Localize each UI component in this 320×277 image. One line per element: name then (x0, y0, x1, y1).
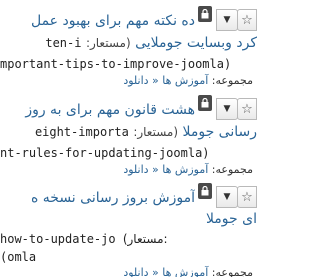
alias-value-part2: nt-rules-for-updating-joomla) (0, 146, 210, 160)
category-link[interactable]: آموزش ها « دانلود (123, 163, 208, 176)
category-label: مجموعه: (211, 163, 253, 176)
category-link[interactable]: آموزش ها « دانلود (123, 74, 208, 87)
category-info: مجموعه: آموزش ها « دانلود (123, 74, 253, 88)
article-title-part2[interactable]: کرد وبسایت جوملایی (135, 35, 257, 51)
actions-dropdown-button[interactable]: ▼ (216, 9, 238, 31)
category-info: مجموعه: آموزش ها « دانلود (123, 163, 253, 177)
article-title-continuation: کرد وبسایت جوملایی (مستعار: ten-i (0, 34, 257, 52)
alias-label: (مستعار: (133, 125, 179, 139)
alias-value-part1: how-to-update-jo (0, 232, 116, 246)
featured-toggle-button[interactable]: ☆ (237, 9, 257, 31)
category-label: مجموعه: (211, 74, 253, 87)
alias-value-part2: mportant-tips-to-improve-joomla) (0, 57, 232, 71)
article-title-link[interactable]: ده نکته مهم برای بهبود عمل (0, 12, 195, 30)
star-icon: ☆ (241, 12, 253, 28)
article-title-part2[interactable]: رسانی جوملا (182, 124, 257, 140)
actions-dropdown-button[interactable]: ▼ (216, 186, 238, 208)
lock-icon (198, 95, 212, 111)
alias-value-part2: omla) (0, 250, 37, 264)
caret-down-icon: ▼ (223, 192, 231, 202)
star-icon: ☆ (241, 189, 253, 205)
article-row: ☆ ▼ ده نکته مهم برای بهبود عمل کرد وبسای… (0, 3, 257, 89)
article-list: ☆ ▼ ده نکته مهم برای بهبود عمل کرد وبسای… (0, 0, 257, 277)
article-title-part1: آموزش بروز رسانی نسخه ه (30, 190, 195, 206)
featured-toggle-button[interactable]: ☆ (237, 186, 257, 208)
alias-line: how-to-update-jo (مستعار: (0, 230, 257, 248)
article-title-part1: هشت قانون مهم برای به روز (25, 102, 195, 118)
category-info: مجموعه: آموزش ها « دانلود (123, 266, 253, 277)
alias-value-part1: eight-importa (34, 125, 129, 139)
star-icon: ☆ (241, 101, 253, 117)
article-title-part2[interactable]: ای جوملا (206, 211, 257, 227)
alias-value-part1: ten-i (45, 36, 82, 50)
lock-icon (198, 183, 212, 199)
article-title-link[interactable]: آموزش بروز رسانی نسخه ه (0, 189, 195, 207)
lock-icon (198, 6, 212, 22)
category-link[interactable]: آموزش ها « دانلود (123, 266, 208, 277)
actions-dropdown-button[interactable]: ▼ (216, 98, 238, 120)
caret-down-icon: ▼ (223, 15, 231, 25)
article-title-part1: ده نکته مهم برای بهبود عمل (30, 13, 195, 29)
article-title-link[interactable]: هشت قانون مهم برای به روز (0, 101, 195, 119)
featured-toggle-button[interactable]: ☆ (237, 98, 257, 120)
article-row: ☆ ▼ آموزش بروز رسانی نسخه ه ای جوملا how… (0, 180, 257, 277)
article-title-continuation: رسانی جوملا (مستعار: eight-importa (0, 123, 257, 141)
article-row: ☆ ▼ هشت قانون مهم برای به روز رسانی جومل… (0, 92, 257, 178)
category-label: مجموعه: (211, 266, 253, 277)
article-title-continuation: ای جوملا (0, 210, 257, 228)
alias-label: (مستعار: (85, 36, 131, 50)
alias-label: (مستعار: (122, 232, 168, 246)
caret-down-icon: ▼ (223, 104, 231, 114)
